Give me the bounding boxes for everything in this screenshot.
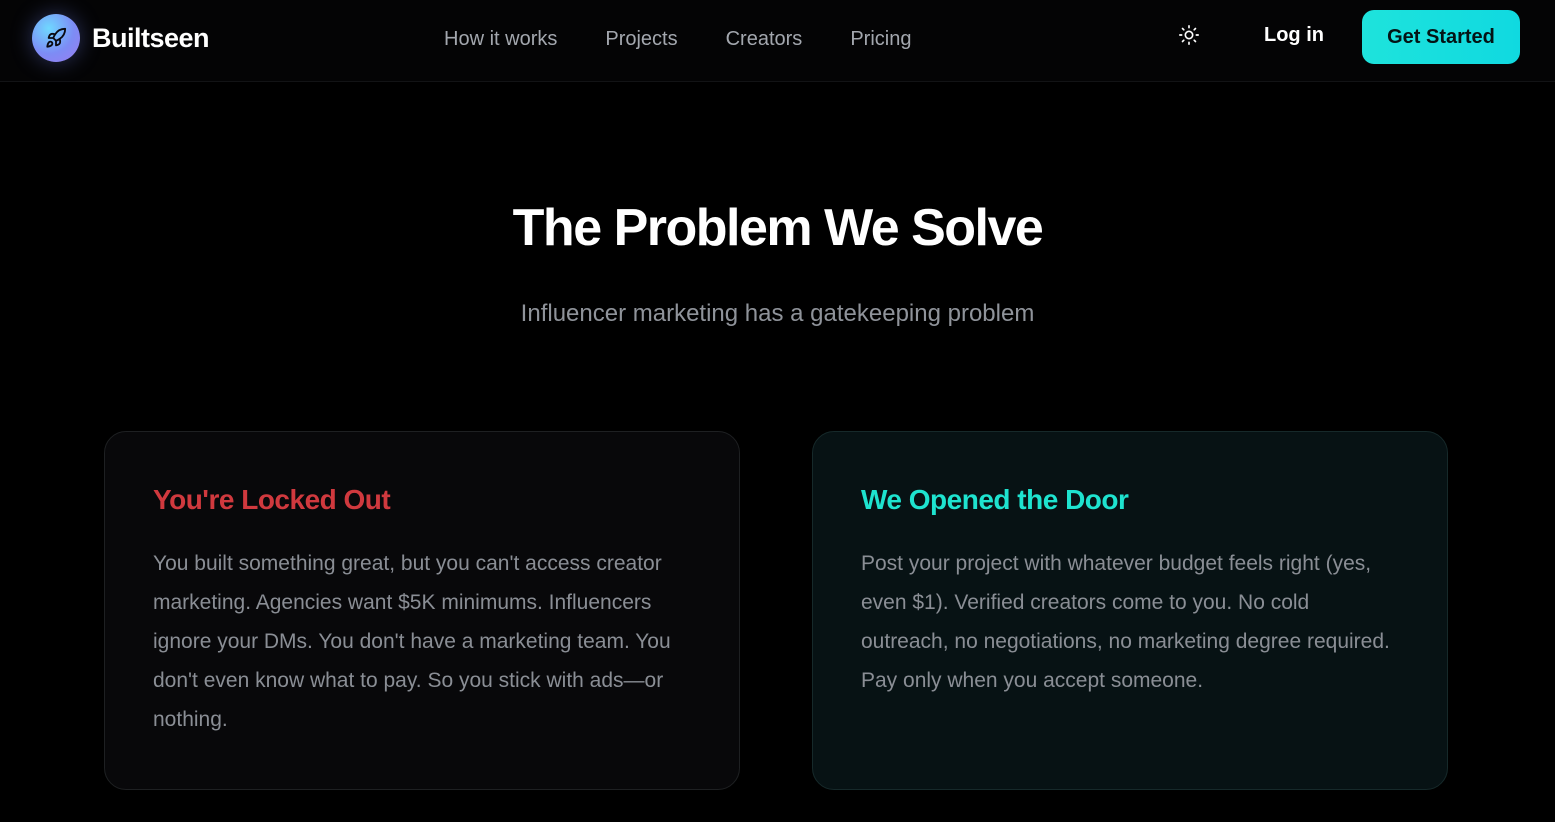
main-nav: How it works Projects Creators Pricing [444,24,911,54]
solution-card-body: Post your project with whatever budget f… [861,552,1390,692]
nav-projects[interactable]: Projects [605,28,677,51]
nav-pricing[interactable]: Pricing [850,28,911,51]
problem-card: You're Locked Out You built something gr… [104,431,740,790]
sun-icon [1178,24,1200,51]
get-started-button[interactable]: Get Started [1362,10,1520,64]
section-subtitle: Influencer marketing has a gatekeeping p… [520,300,1035,327]
login-link[interactable]: Log in [1264,24,1324,47]
nav-creators[interactable]: Creators [726,28,803,51]
rocket-icon [32,14,80,62]
site-header: Builtseen How it works Projects Creators… [0,0,1555,82]
problem-card-title: You're Locked Out [153,484,391,515]
solution-card-title: We Opened the Door [861,484,1129,515]
nav-how-it-works[interactable]: How it works [444,28,557,51]
logo[interactable]: Builtseen [32,14,210,62]
theme-toggle-button[interactable] [1174,22,1204,52]
solution-card: We Opened the Door Post your project wit… [812,431,1448,790]
logo-text: Builtseen [92,22,210,53]
problem-card-body: You built something great, but you can't… [153,552,671,731]
section-title: The Problem We Solve [512,199,1044,257]
